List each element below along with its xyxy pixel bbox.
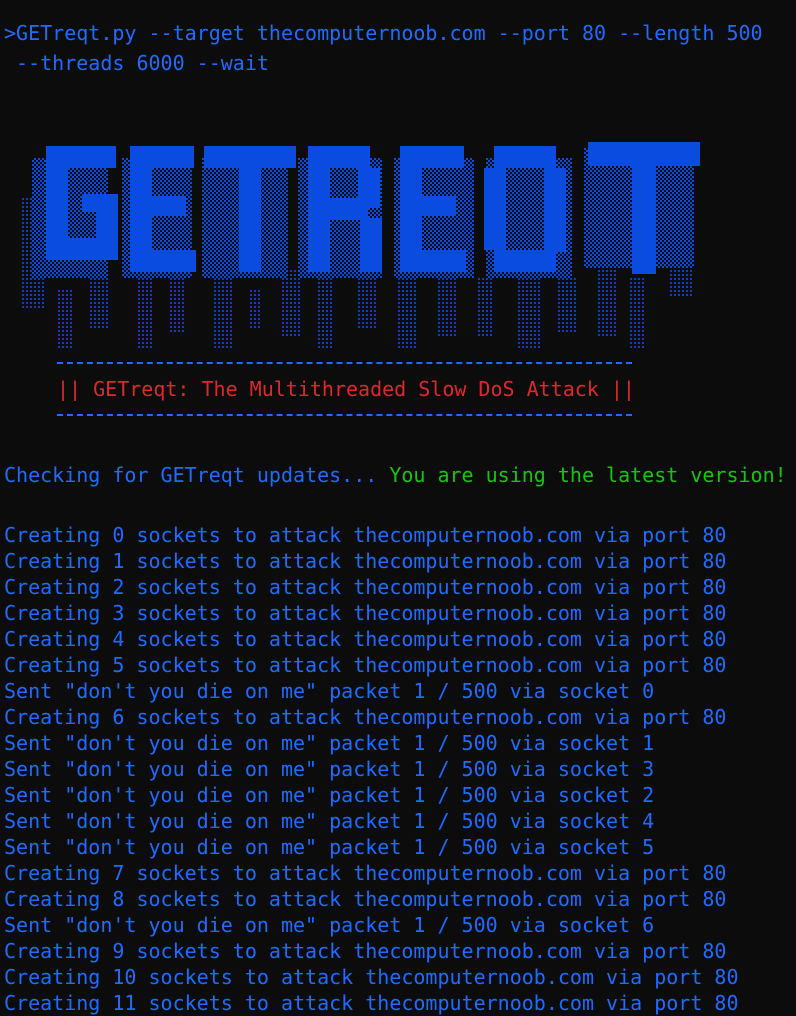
log-line: Sent "don't you die on me" packet 1 / 50…	[4, 731, 655, 755]
log-line: Creating 7 sockets to attack thecomputer…	[4, 861, 727, 885]
log-line: Creating 3 sockets to attack thecomputer…	[4, 601, 727, 625]
update-checking-text: Checking for GETreqt updates...	[4, 463, 390, 487]
log-line: Creating 4 sockets to attack thecomputer…	[4, 627, 727, 651]
log-line: Creating 10 sockets to attack thecompute…	[4, 965, 739, 989]
log-line: Creating 5 sockets to attack thecomputer…	[4, 653, 727, 677]
update-result-text: You are using the latest version!	[389, 463, 787, 487]
update-status: Checking for GETreqt updates... You are …	[4, 462, 787, 488]
log-line: Creating 11 sockets to attack thecompute…	[4, 991, 739, 1015]
log-line: Creating 2 sockets to attack thecomputer…	[4, 575, 727, 599]
log-line: Creating 9 sockets to attack thecomputer…	[4, 939, 727, 963]
command-line-1: >GETreqt.py --target thecomputernoob.com…	[4, 21, 763, 45]
log-line: Creating 1 sockets to attack thecomputer…	[4, 549, 727, 573]
log-line: Creating 6 sockets to attack thecomputer…	[4, 705, 727, 729]
log-line: Sent "don't you die on me" packet 1 / 50…	[4, 835, 655, 859]
log-line: Sent "don't you die on me" packet 1 / 50…	[4, 783, 655, 807]
log-line: Sent "don't you die on me" packet 1 / 50…	[4, 809, 655, 833]
banner-top-divider	[57, 362, 632, 364]
log-line: Sent "don't you die on me" packet 1 / 50…	[4, 679, 655, 703]
log-line: Sent "don't you die on me" packet 1 / 50…	[4, 757, 655, 781]
getreqt-ascii-logo	[22, 142, 700, 350]
log-line: Creating 8 sockets to attack thecomputer…	[4, 887, 727, 911]
banner-bottom-divider	[57, 414, 632, 416]
log-line: Sent "don't you die on me" packet 1 / 50…	[4, 913, 655, 937]
command-line-2: --threads 6000 --wait	[4, 51, 269, 75]
banner-title: || GETreqt: The Multithreaded Slow DoS A…	[57, 377, 635, 401]
log-line: Creating 0 sockets to attack thecomputer…	[4, 523, 727, 547]
